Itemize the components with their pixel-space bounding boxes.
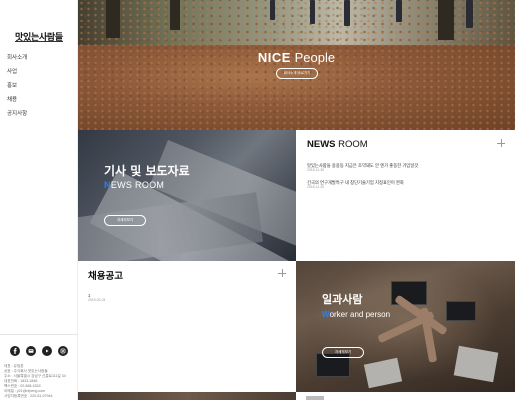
youtube-icon[interactable] <box>42 346 52 356</box>
next-section-panel <box>296 392 515 400</box>
work-panel[interactable]: 일과사람 Worker and person 자세히보기 <box>296 261 515 392</box>
sidebar: 맛있는사람들 회사소개 사업 홍보 채용 공지사항 대표 : 유정훈 상호: … <box>0 0 78 400</box>
news-panel-subtitle: NEWS ROOM <box>104 180 164 190</box>
logo-underline <box>15 41 63 42</box>
list-item[interactable]: 맛있는사람들 용용동 지금은 조약돼도 안 엔가 좋동한 가임일것 2018-1… <box>307 163 507 173</box>
newsroom-title-bold: NEWS <box>307 139 336 150</box>
newsroom-item-date: 2018-11-20 <box>307 185 325 189</box>
facebook-icon[interactable] <box>10 346 20 356</box>
news-panel-subtitle-rest: EWS ROOM <box>110 180 165 190</box>
newsroom-item-date: 2018-11-30 <box>307 168 325 172</box>
nav-item-notice[interactable]: 공지사항 <box>7 110 27 124</box>
hero-person <box>466 0 473 28</box>
next-section-image <box>78 392 296 400</box>
instagram-icon[interactable] <box>58 346 68 356</box>
sns-links <box>10 346 68 356</box>
page: 맛있는사람들 회사소개 사업 홍보 채용 공지사항 대표 : 유정훈 상호: … <box>0 0 515 400</box>
newsroom-title-light: ROOM <box>335 139 368 150</box>
news-panel[interactable]: 기사 및 보도자료 NEWS ROOM 자세히보기 <box>78 130 296 261</box>
list-item[interactable]: 1 2019-03-04 <box>88 293 105 303</box>
hero-banner: NICE People 회사소개 바로가기 <box>78 0 515 130</box>
news-panel-overlay <box>78 130 296 261</box>
plus-icon[interactable] <box>497 139 505 147</box>
news-panel-more-button[interactable]: 자세히보기 <box>104 215 146 226</box>
hero-title: NICE People <box>78 50 515 65</box>
company-info: 대표 : 유정훈 상호 : 주식회사 맛있는사람들 주소 : 서울특별시 강남구… <box>4 364 76 399</box>
plus-icon[interactable] <box>278 269 286 277</box>
news-panel-subtitle-accent: N <box>104 180 111 190</box>
main-nav: 회사소개 사업 홍보 채용 공지사항 <box>7 54 27 124</box>
nav-item-company[interactable]: 회사소개 <box>7 54 27 68</box>
work-panel-title: 일과사람 <box>322 293 363 306</box>
blog-icon[interactable] <box>26 346 36 356</box>
recruit-title: 채용공고 <box>88 271 123 282</box>
list-item[interactable]: 건국의 연구개발특구 내 창단기술기업 지정표인이 완화 2018-11-20 <box>307 180 507 190</box>
hero-tree-trunk <box>170 0 180 30</box>
work-panel-overlay <box>296 261 515 392</box>
sidebar-divider <box>0 334 78 335</box>
nav-item-business[interactable]: 사업 <box>7 68 27 82</box>
work-panel-subtitle-accent: W <box>322 310 330 319</box>
next-section-heading <box>306 396 324 400</box>
newsroom-list: NEWS ROOM 맛있는사람들 용용동 지금은 조약돼도 안 엔가 좋동한 가… <box>296 130 515 261</box>
hero-title-bold: NICE <box>257 50 291 65</box>
work-panel-more-button[interactable]: 자세히보기 <box>322 347 364 358</box>
hero-tree-trunk <box>106 0 120 38</box>
hero-person <box>396 0 402 22</box>
newsroom-title: NEWS ROOM <box>307 139 368 150</box>
work-panel-subtitle-rest: orker and person <box>329 310 391 319</box>
hero-person <box>270 0 275 20</box>
nav-item-pr[interactable]: 홍보 <box>7 82 27 96</box>
footer-line: 사업자등록번호 : 220-81-97944 <box>4 394 53 398</box>
nav-item-recruit[interactable]: 채용 <box>7 96 27 110</box>
hero-person <box>344 0 350 26</box>
hero-tree-trunk <box>438 0 454 40</box>
news-panel-title: 기사 및 보도자료 <box>104 164 190 178</box>
hero-more-button[interactable]: 회사소개 바로가기 <box>276 68 318 79</box>
work-panel-subtitle: Worker and person <box>322 310 390 319</box>
recruit-list: 채용공고 1 2019-03-04 <box>78 261 296 392</box>
recruit-item-date: 2019-03-04 <box>88 298 106 302</box>
hero-title-light: People <box>290 50 336 65</box>
hero-person <box>310 0 315 24</box>
